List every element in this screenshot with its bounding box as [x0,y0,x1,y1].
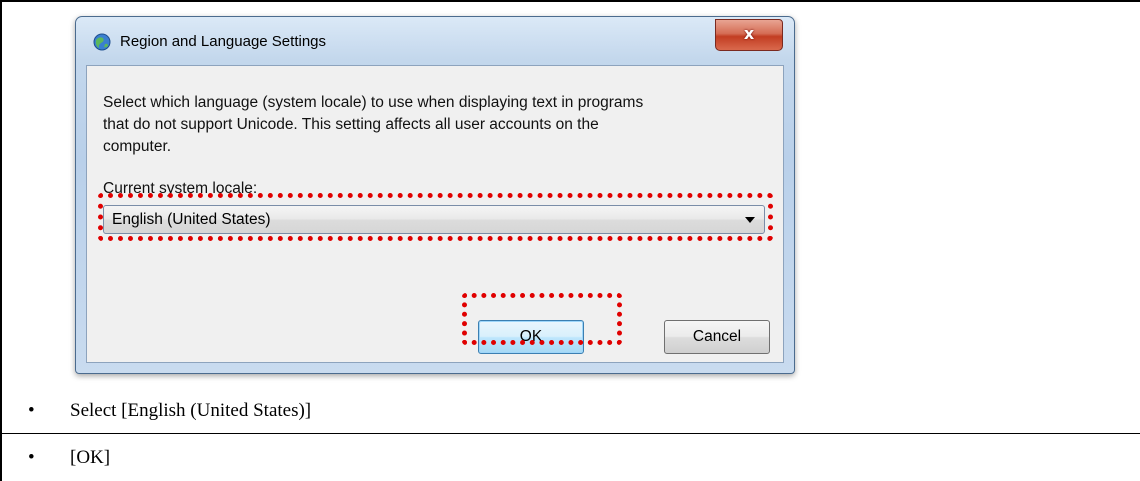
cancel-button[interactable]: Cancel [664,320,770,354]
instruction-item: • [OK] [28,447,110,469]
instruction-item: • Select [English (United States)] [28,400,311,422]
bullet: • [28,400,35,421]
close-button[interactable]: x [715,19,783,51]
ok-button-highlight [462,293,622,345]
description-line: that do not support Unicode. This settin… [103,116,599,133]
divider [0,433,1140,434]
dialog-title: Region and Language Settings [120,33,327,50]
description-line: computer. [103,138,172,155]
bullet: • [28,447,35,468]
close-icon: x [743,24,755,43]
dialog-titlebar[interactable]: Region and Language Settings x [76,17,794,65]
dialog-description: Select which language (system locale) to… [103,92,783,158]
instruction-text: [OK] [70,447,111,468]
description-line: Select which language (system locale) to… [103,94,644,111]
instruction-text: Select [English (United States)] [70,400,312,421]
locale-dropdown-highlight [98,193,773,241]
globe-icon [93,33,111,51]
